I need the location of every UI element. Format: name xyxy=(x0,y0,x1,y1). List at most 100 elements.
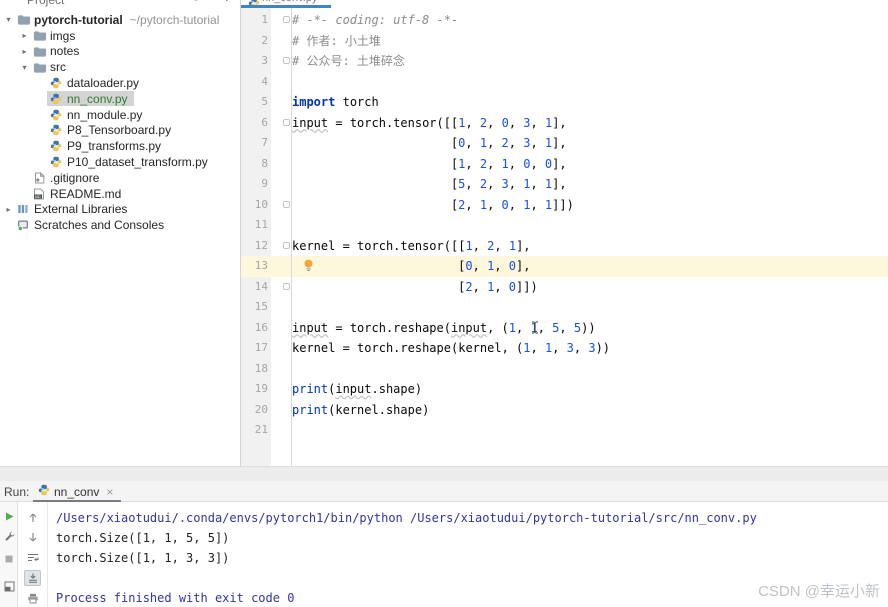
fold-marker[interactable] xyxy=(283,200,290,208)
tree-item-p9-transforms.py[interactable]: P9_transforms.py xyxy=(0,138,240,154)
tree-item-p8-tensorboard.py[interactable]: P8_Tensorboard.py xyxy=(0,123,240,139)
pycharm-window: Project ▾ pytorch-tutorial ~/pytorch-tutor… xyxy=(0,0,888,607)
line-number: 14 xyxy=(254,279,268,293)
lib-icon xyxy=(16,203,30,216)
chevron-expanded-icon[interactable]: ▾ xyxy=(19,63,30,72)
folder-icon xyxy=(32,61,46,74)
tree-item-content: dataloader.py xyxy=(47,76,145,91)
tree-item-dataloader.py[interactable]: dataloader.py xyxy=(0,75,240,91)
line-number: 17 xyxy=(254,341,268,354)
code-line-13: [0, 1, 0], xyxy=(292,259,531,273)
folder-icon xyxy=(32,45,46,58)
tree-item-label: src xyxy=(50,60,66,75)
py-icon xyxy=(49,108,63,121)
chevron-collapsed-icon[interactable]: ▸ xyxy=(3,205,14,214)
tree-item-imgs[interactable]: ▸ imgs xyxy=(0,28,240,44)
rerun-icon[interactable] xyxy=(2,510,16,523)
chevron-expanded-icon[interactable]: ▾ xyxy=(3,15,14,24)
run-tab-label: nn_conv xyxy=(54,484,100,499)
code-line-8: [1, 2, 1, 0, 0], xyxy=(292,156,567,171)
tree-item-content: P9_transforms.py xyxy=(47,139,167,154)
code-line-1: # -*- coding: utf-8 -*- xyxy=(292,13,459,27)
line-number: 1 xyxy=(261,13,268,26)
console-line-3: torch.Size([1, 1, 3, 3]) xyxy=(56,551,230,565)
tree-item-content: src xyxy=(30,60,72,75)
tree-item-external-libraries[interactable]: ▸ External Libraries xyxy=(0,202,240,218)
line-number: 21 xyxy=(254,423,268,436)
svg-text:MD: MD xyxy=(35,194,41,198)
gear-and-minimize-icons[interactable] xyxy=(190,0,230,4)
tree-item-pytorch-tutorial[interactable]: ▾ pytorch-tutorial ~/pytorch-tutorial xyxy=(0,12,240,28)
tree-item-label: dataloader.py xyxy=(67,76,140,91)
build-settings-icon[interactable] xyxy=(2,530,16,543)
code-editor[interactable]: 1 2 3 4 5 6 7 8 9 10 11 12 13 14 15 16 17 18 19 20 21 # -*- … xyxy=(241,8,888,466)
up-stacktrace-icon[interactable] xyxy=(26,511,40,524)
tree-item-content: .gitignore xyxy=(30,170,105,185)
down-stacktrace-icon[interactable] xyxy=(26,531,40,544)
tree-item-nn-module.py[interactable]: nn_module.py xyxy=(0,107,240,123)
line-number: 12 xyxy=(254,238,268,252)
code-line-20: print(kernel.shape) xyxy=(292,402,430,417)
restore-layout-icon[interactable] xyxy=(2,580,16,593)
tree-item-content: P10_dataset_transform.py xyxy=(47,155,214,170)
tree-item-label: imgs xyxy=(50,28,76,43)
tree-item-p10-dataset-transform.py[interactable]: P10_dataset_transform.py xyxy=(0,154,240,170)
run-tab-nn_conv[interactable]: nn_conv × xyxy=(33,481,122,502)
chevron-collapsed-icon[interactable]: ▸ xyxy=(19,47,30,56)
code-line-3: # 公众号: 土堆碎念 xyxy=(292,54,405,68)
line-number: 15 xyxy=(254,300,268,313)
scratch-icon xyxy=(16,219,30,232)
console-line-1: /Users/xiaotudui/.conda/envs/pytorch1/bi… xyxy=(56,511,757,525)
code-line-14: [2, 1, 0]]) xyxy=(292,279,538,294)
run-label: Run: xyxy=(4,485,30,499)
python-file-icon xyxy=(38,483,50,501)
line-numbers: 1 2 3 4 5 6 7 8 9 10 11 12 13 14 15 16 17 18 19 20 21 xyxy=(241,10,268,441)
fold-marker[interactable] xyxy=(283,57,290,64)
tree-item-notes[interactable]: ▸ notes xyxy=(0,44,240,60)
soft-wrap-icon[interactable] xyxy=(26,551,40,564)
fold-marker[interactable] xyxy=(283,118,290,126)
tree-item-label: pytorch-tutorial xyxy=(34,12,123,27)
tree-item-content: notes xyxy=(30,44,85,59)
project-panel: Project ▾ pytorch-tutorial ~/pytorch-tutor… xyxy=(0,0,241,466)
line-number: 8 xyxy=(261,156,268,170)
run-toolwindow-header: Run: nn_conv × xyxy=(0,481,888,502)
fold-marker[interactable] xyxy=(283,241,290,249)
editor-pane: nn_conv.py 12345678910111213141516171819… xyxy=(241,0,888,466)
line-number: 18 xyxy=(254,361,268,375)
py-icon xyxy=(49,156,63,169)
tree-item-nn-conv.py[interactable]: nn_conv.py xyxy=(0,91,240,107)
tree-item-readme.md[interactable]: MD README.md xyxy=(0,186,240,202)
chevron-collapsed-icon[interactable]: ▸ xyxy=(19,31,30,40)
code-line-10: [2, 1, 0, 1, 1]]) xyxy=(292,197,574,212)
watermark: CSDN @幸运小新 xyxy=(758,583,880,600)
tree-item-label: README.md xyxy=(50,186,122,201)
close-tab-icon[interactable]: × xyxy=(106,485,113,499)
tree-item-content: nn_module.py xyxy=(47,107,148,122)
tree-item-src[interactable]: ▾ src xyxy=(0,59,240,75)
run-console-panel: /Users/xiaotudui/.conda/envs/pytorch1/bi… xyxy=(0,502,888,607)
project-panel-header-icons xyxy=(190,0,230,4)
line-number: 20 xyxy=(254,402,268,416)
fold-marker[interactable] xyxy=(283,282,290,290)
tree-item-content: Scratches and Consoles xyxy=(14,218,170,233)
tree-item-label: P9_transforms.py xyxy=(67,139,162,154)
py-icon xyxy=(49,140,63,153)
tree-item-label: P8_Tensorboard.py xyxy=(67,123,172,138)
code-area: # -*- coding: utf-8 -*- # 作者: 小土堆 # 公众号: 土… xyxy=(292,10,888,441)
tree-item-.gitignore[interactable]: .gitignore xyxy=(0,170,240,186)
folder-icon xyxy=(16,13,30,26)
console-line-2: torch.Size([1, 1, 5, 5]) xyxy=(56,531,230,545)
editor-tab-nn_conv[interactable]: nn_conv.py xyxy=(262,0,317,4)
line-number: 3 xyxy=(261,54,268,67)
tree-item-content: nn_conv.py xyxy=(47,91,134,107)
fold-marker[interactable] xyxy=(283,16,290,23)
print-icon[interactable] xyxy=(26,592,40,605)
scroll-to-end-icon[interactable] xyxy=(24,570,41,586)
intention-lightbulb-icon[interactable] xyxy=(303,259,314,277)
editor-tab-bar: nn_conv.py xyxy=(241,0,888,8)
stop-icon[interactable] xyxy=(2,552,16,565)
tree-item-scratches-and-consoles[interactable]: Scratches and Consoles xyxy=(0,217,240,233)
mouse-ibeam-cursor xyxy=(531,320,539,339)
